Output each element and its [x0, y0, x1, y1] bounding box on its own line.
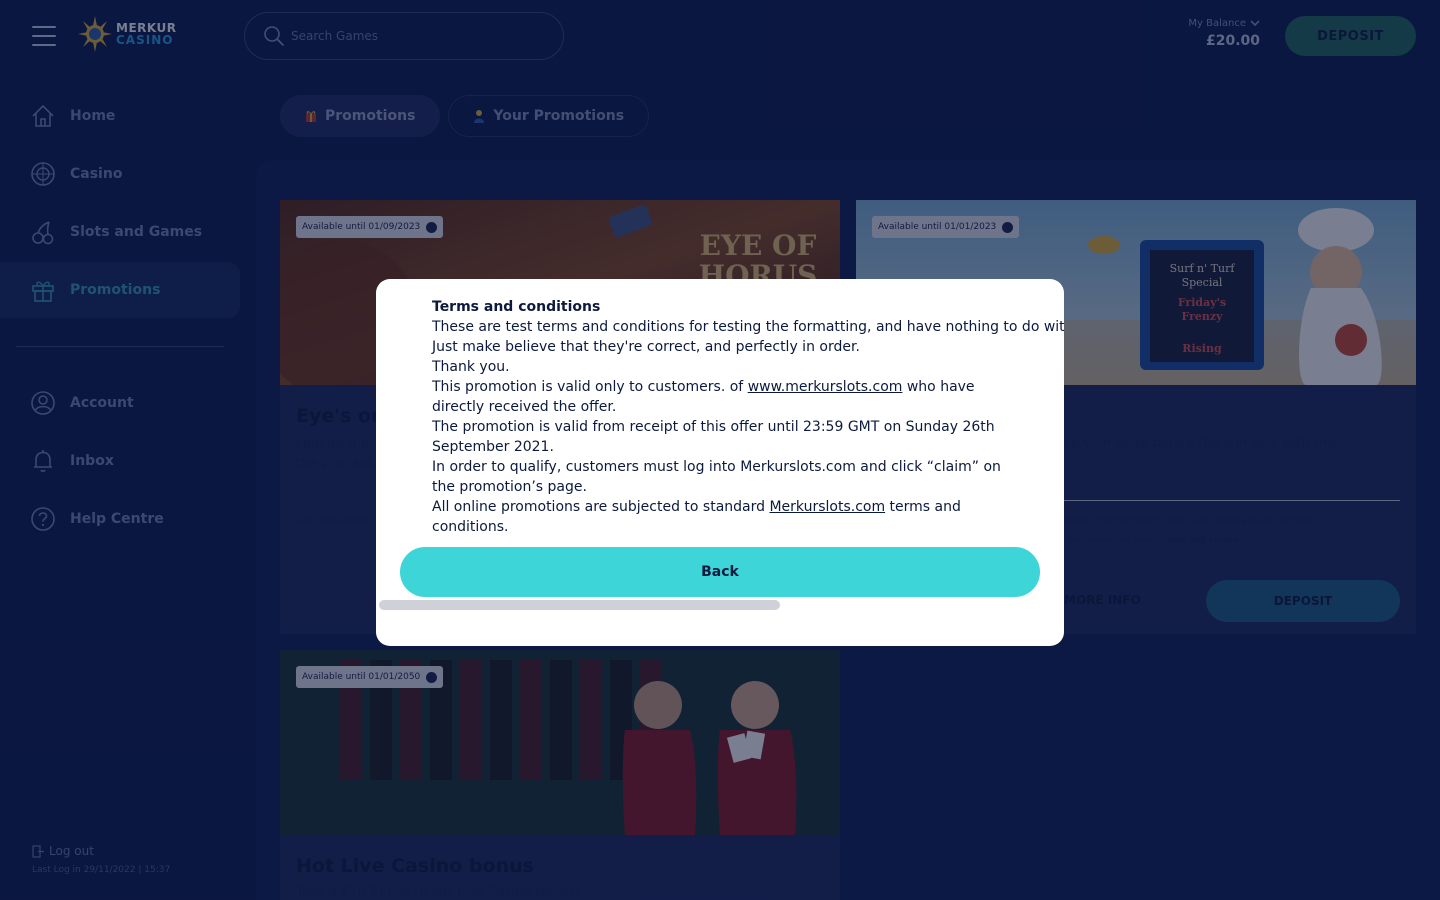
sidebar-item-inbox[interactable]: Inbox	[0, 433, 256, 489]
chevron-down-icon	[1250, 20, 1260, 27]
availability-badge: Available until 01/09/2023	[296, 216, 444, 238]
gift-icon	[32, 281, 54, 302]
gift-icon	[306, 111, 316, 122]
cherries-icon	[32, 221, 54, 245]
availability-text: Available until 01/01/2023	[878, 222, 997, 232]
board-line: Friday's	[1178, 296, 1226, 309]
availability-badge: Available until 01/01/2023	[872, 216, 1020, 238]
promotion-tabs: Promotions Your Promotions	[280, 95, 650, 137]
terms-paragraph: September 2021.	[432, 439, 554, 455]
card-description-line-2: the pharaoh	[296, 456, 376, 471]
card-description-line-1: ck your prize before the sun sets with t…	[1064, 436, 1338, 451]
search-box[interactable]	[244, 12, 564, 60]
merkurslots-link[interactable]: www.merkurslots.com	[748, 379, 903, 395]
back-button[interactable]: Back	[400, 547, 1040, 597]
tab-label: Promotions	[325, 108, 416, 124]
brand-line-2: CASINO	[116, 33, 174, 47]
sidebar-item-label: Account	[70, 395, 134, 411]
home-icon	[32, 104, 54, 127]
svg-text:EYE OF: EYE OF	[700, 229, 817, 262]
help-icon	[31, 507, 55, 531]
person-icon	[474, 110, 485, 123]
sidebar-item-label: Promotions	[70, 282, 161, 298]
tab-promotions[interactable]: Promotions	[280, 95, 441, 137]
clock-icon	[1002, 221, 1014, 233]
terms-paragraph: directly received the offer.	[432, 399, 617, 415]
terms-paragraph: In order to qualify, customers must log …	[432, 459, 1001, 475]
sidebar-item-promotions[interactable]: Promotions	[0, 262, 240, 318]
sidebar-item-label: Inbox	[70, 453, 114, 469]
balance-widget[interactable]: My Balance £20.00	[1188, 18, 1260, 49]
bell-icon	[34, 450, 52, 472]
see-full-terms-link[interactable]: See full terms	[1168, 536, 1239, 546]
search-input[interactable]	[291, 29, 531, 43]
sidebar-item-help[interactable]: Help Centre	[0, 491, 256, 547]
sidebar-item-home[interactable]: Home	[0, 88, 256, 144]
sidebar-item-slots[interactable]: Slots and Games	[0, 204, 256, 260]
roulette-icon	[31, 162, 55, 186]
search-icon	[264, 26, 284, 46]
terms-paragraph: conditions.	[432, 519, 509, 535]
sidebar-item-label: Slots and Games	[70, 224, 203, 240]
terms-paragraph: The promotion is valid from receipt of t…	[432, 419, 995, 435]
card-terms-line-1: r testing the formatting, and have nothi…	[1056, 516, 1313, 526]
terms-paragraph: Just make believe that they're correct, …	[432, 339, 860, 355]
sidebar-divider	[16, 346, 224, 347]
balance-amount: £20.00	[1205, 33, 1260, 49]
terms-paragraph: These are test terms and conditions for …	[432, 319, 1064, 335]
logout-icon	[32, 844, 44, 858]
terms-modal: Terms and conditions These are test term…	[376, 279, 1064, 646]
sidebar: Home Casino Slots and Games Promotions A…	[0, 88, 256, 549]
last-login-text: Last Log in 29/11/2022 | 15:37	[32, 865, 171, 875]
tab-label: Your Promotions	[493, 108, 625, 124]
sidebar-item-casino[interactable]: Casino	[0, 146, 256, 202]
top-header: MERKUR CASINO My Balance £20.00 DEPOSIT	[0, 0, 1440, 72]
card-deposit-button[interactable]: DEPOSIT	[1206, 580, 1400, 622]
sun-logo-icon	[78, 16, 112, 52]
card-terms-line-2: that terms are wrong!	[1066, 536, 1165, 546]
terms-paragraph: Thank you.	[432, 359, 510, 375]
board-line: Surf n' Turf	[1170, 262, 1236, 275]
card-description-line-1: Line up the	[296, 436, 370, 451]
sidebar-item-account[interactable]: Account	[0, 375, 256, 431]
board-line: Rising	[1182, 342, 1222, 355]
availability-badge: Available until 01/01/2050	[296, 666, 444, 688]
card-title: Eye's or	[296, 405, 381, 427]
board-line: Special	[1182, 276, 1223, 289]
promotion-card-live-casino[interactable]: Available until 01/01/2050 Hot Live Casi…	[280, 650, 840, 900]
clock-icon	[426, 671, 438, 683]
availability-text: Available until 01/01/2050	[302, 672, 421, 682]
sidebar-item-label: Casino	[70, 166, 123, 182]
menu-icon[interactable]	[32, 26, 56, 46]
merkurslots-terms-link[interactable]: Merkurslots.com	[769, 499, 885, 515]
card-divider	[1064, 500, 1400, 501]
terms-content: Terms and conditions These are test term…	[432, 297, 1064, 537]
terms-paragraph: the promotion’s page.	[432, 479, 587, 495]
card-title: Hot Live Casino bonus	[296, 855, 534, 877]
balance-label: My Balance	[1188, 18, 1246, 29]
card-description-line-1: Take a £10 Bonus to our Live Casino tabl…	[296, 884, 581, 899]
tab-your-promotions[interactable]: Your Promotions	[448, 95, 650, 137]
terms-paragraph: All online promotions are subjected to s…	[432, 499, 961, 515]
card-gamble-notice: 18+. begamblea	[296, 516, 372, 526]
terms-title: Terms and conditions	[432, 299, 601, 315]
deposit-button[interactable]: DEPOSIT	[1285, 16, 1416, 56]
scrollbar-thumb[interactable]	[379, 600, 780, 610]
terms-paragraph: This promotion is valid only to customer…	[432, 379, 975, 395]
clock-icon	[426, 221, 438, 233]
availability-text: Available until 01/09/2023	[302, 222, 421, 232]
sidebar-item-label: Home	[70, 108, 116, 124]
logout-link[interactable]: Log out	[32, 844, 94, 858]
more-info-button[interactable]: MORE INFO	[1064, 593, 1141, 607]
logout-label: Log out	[49, 844, 94, 858]
merkur-logo[interactable]: MERKUR CASINO	[78, 16, 176, 52]
sidebar-item-label: Help Centre	[70, 511, 164, 527]
horizontal-scrollbar[interactable]	[379, 600, 1061, 610]
user-icon	[31, 391, 55, 415]
board-line: Frenzy	[1181, 310, 1223, 323]
